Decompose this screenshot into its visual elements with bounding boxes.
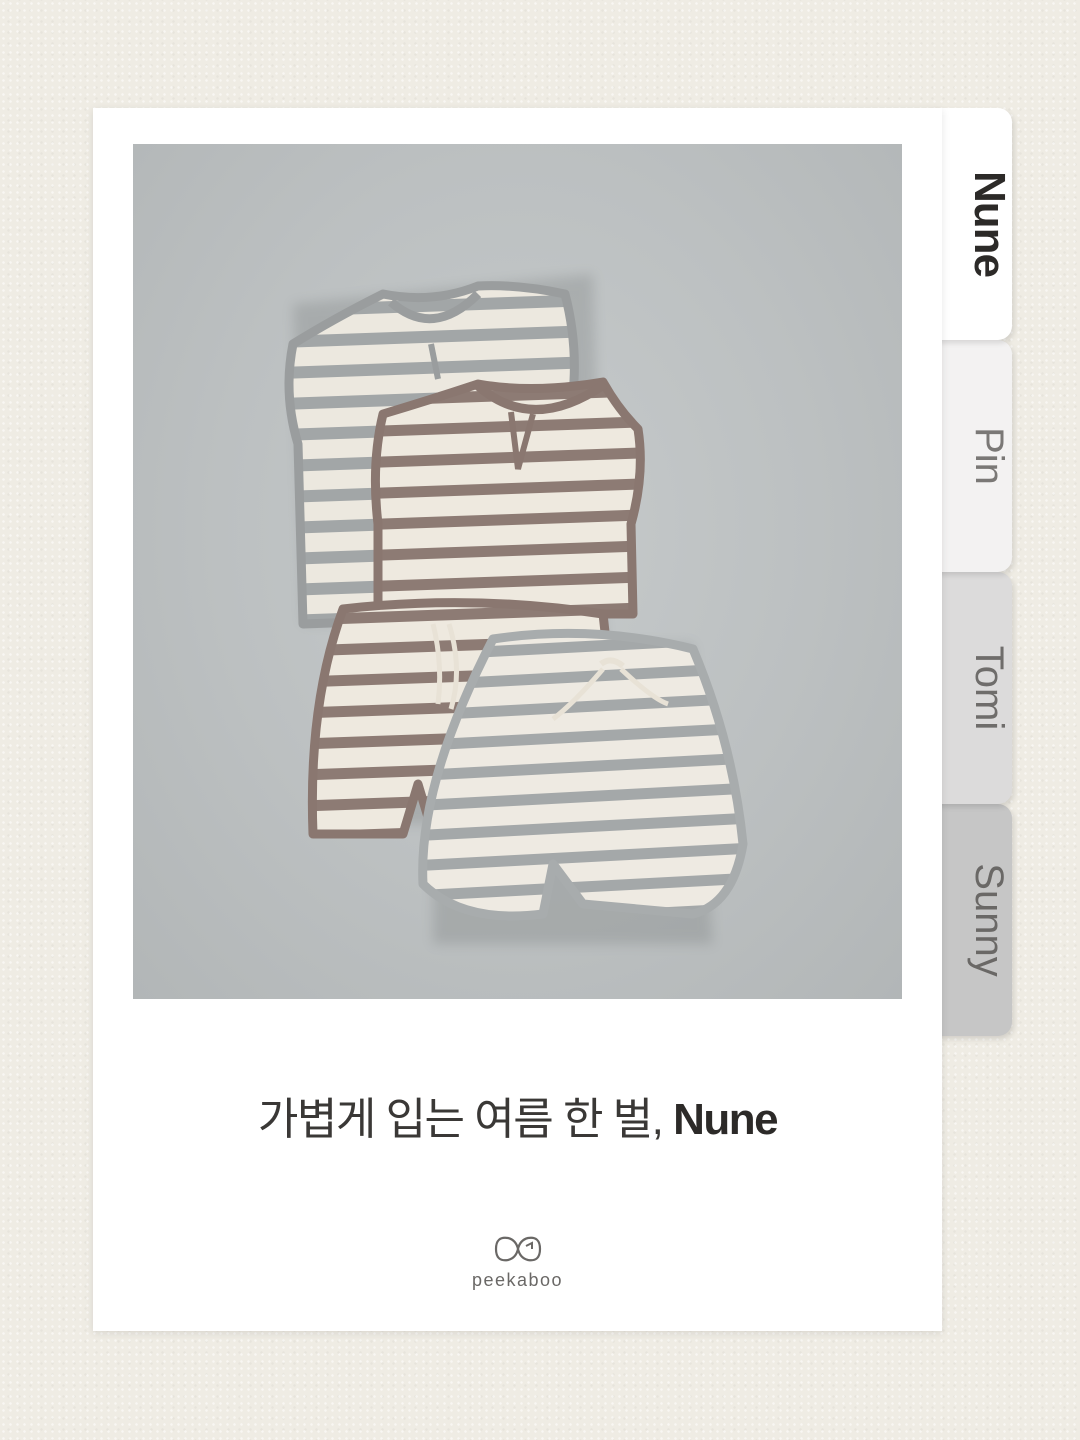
tab-sunny-label: Sunny — [967, 863, 1011, 977]
tab-tomi[interactable]: Tomi — [930, 572, 1012, 804]
peekaboo-logo-icon — [494, 1236, 541, 1262]
gray-shorts — [418, 628, 748, 921]
tab-tomi-label: Tomi — [967, 645, 1011, 731]
tab-pin[interactable]: Pin — [930, 340, 1012, 572]
caption: 가볍게 입는 여름 한 벌, Nune — [93, 1098, 942, 1142]
brand-logo: peekaboo — [93, 1232, 942, 1291]
brand-name: peekaboo — [471, 1270, 564, 1290]
brown-tank-top — [370, 377, 645, 619]
striped-outfit-illustration — [284, 274, 748, 944]
tab-nune[interactable]: Nune — [930, 108, 1012, 340]
tab-sunny[interactable]: Sunny — [930, 804, 1012, 1036]
caption-text: 가볍게 입는 여름 한 벌, — [257, 1095, 674, 1144]
caption-product-name: Nune — [673, 1095, 779, 1144]
tab-pin-label: Pin — [967, 427, 1011, 485]
tab-nune-label: Nune — [965, 171, 1012, 277]
product-photo — [133, 144, 902, 999]
product-card: 가볍게 입는 여름 한 벌, Nune peekaboo — [93, 108, 942, 1331]
